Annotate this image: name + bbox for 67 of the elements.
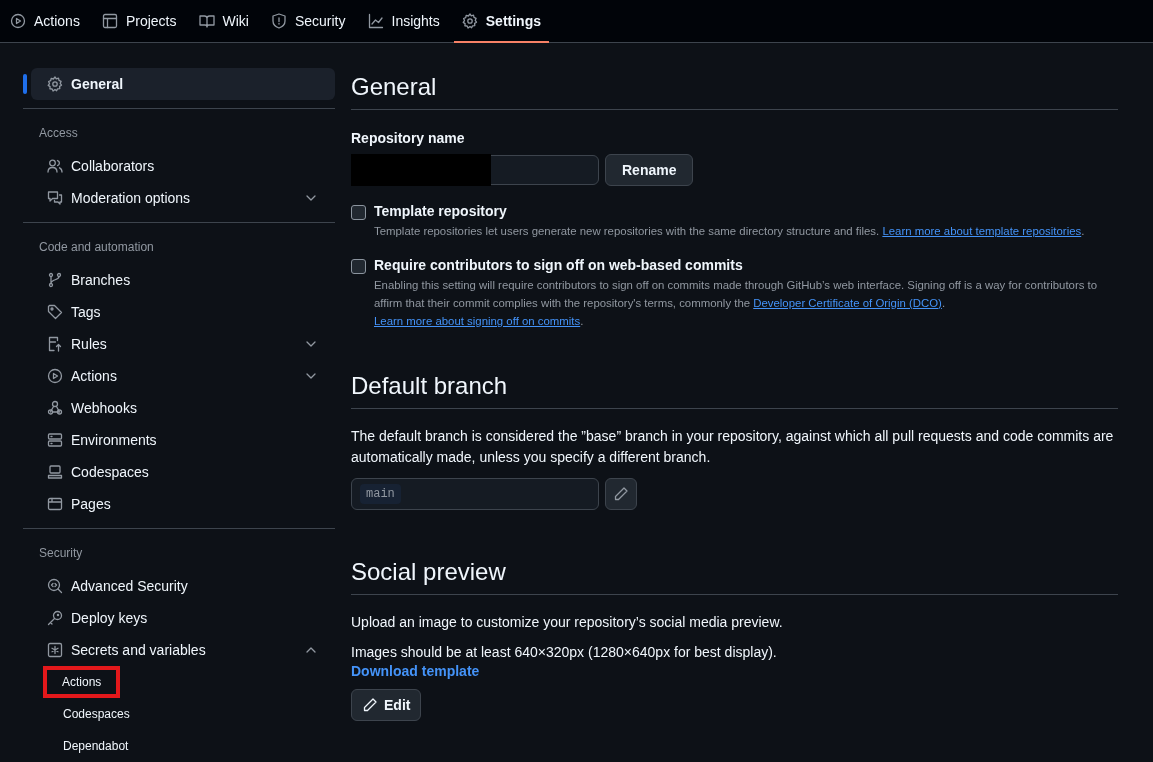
checkbox[interactable]: [351, 259, 366, 274]
section-title: Social preview: [351, 552, 1118, 595]
repository-name-field[interactable]: [351, 155, 599, 185]
webhook-icon: [47, 400, 63, 416]
settings-icon: [47, 76, 63, 92]
table-icon: [101, 13, 118, 29]
edit-button[interactable]: Edit: [351, 689, 422, 721]
checkbox[interactable]: [351, 205, 366, 220]
section-heading: Code and automation: [38, 239, 155, 256]
sidebar-item[interactable]: Branches: [31, 264, 335, 296]
pencil-icon: [362, 697, 378, 713]
sidebar-item[interactable]: Deploy keys: [31, 602, 335, 634]
sidebar-subitem[interactable]: Dependabot: [55, 733, 137, 759]
people-icon: [47, 158, 63, 174]
sidebar-subitem[interactable]: Codespaces: [55, 701, 138, 727]
option-description: Template repositories let users generate new repositories with the same directory structure and files. Learn more about template repositories.: [374, 224, 1085, 239]
document-arrow-icon: [47, 336, 63, 352]
section-title: Default branch: [351, 366, 1118, 409]
section-description: Upload an image to customize your repository’s social media preview.: [351, 613, 784, 632]
line-graph-icon: [367, 13, 384, 29]
learn-more-link[interactable]: Developer Certificate of Origin (DCO): [753, 297, 942, 309]
browser-icon: [47, 496, 63, 512]
option-label: Require contributors to sign off on web-based commits: [374, 257, 744, 273]
sidebar-item[interactable]: Moderation options: [31, 182, 335, 214]
tag-icon: [47, 304, 63, 320]
nav-tab[interactable]: Projects: [93, 0, 185, 42]
branch-field[interactable]: main: [351, 478, 599, 510]
sidebar-item[interactable]: Pages: [31, 488, 335, 520]
sidebar-item[interactable]: Codespaces: [31, 456, 335, 488]
server-icon: [47, 432, 63, 448]
section-heading: Security: [38, 545, 84, 562]
branch-icon: [47, 272, 63, 288]
nav-tab[interactable]: Insights: [359, 0, 448, 42]
pencil-icon: [613, 486, 629, 502]
book-icon: [198, 13, 215, 29]
sidebar-item[interactable]: Collaborators: [31, 150, 335, 182]
branch-name: main: [360, 484, 401, 504]
nav-tab[interactable]: Wiki: [190, 0, 257, 42]
sidebar-item[interactable]: Secrets and variables: [31, 634, 335, 666]
play-icon: [10, 13, 26, 29]
option-label: Template repository: [374, 203, 508, 219]
laptop-icon: [47, 464, 63, 480]
download-template-link[interactable]: Download template: [351, 663, 480, 679]
section-heading: Access: [38, 125, 79, 142]
asterisk-box-icon: [47, 642, 63, 658]
field-label: Repository name: [351, 130, 466, 146]
key-icon: [47, 610, 63, 626]
play-icon: [47, 368, 63, 384]
edit-branch-button[interactable]: [605, 478, 637, 510]
section-description: The default branch is considered the ”base” branch in your repository, against which all pull requests and code commits are automatically made, unless you specify a different branch.: [351, 427, 1115, 467]
section-description: Images should be at least 640×320px (1280×640px for best display).: [351, 643, 778, 662]
comment-icon: [47, 190, 63, 206]
nav-tab[interactable]: Security: [262, 0, 354, 42]
nav-tab[interactable]: Actions: [2, 0, 88, 42]
sidebar-item[interactable]: Actions: [31, 360, 335, 392]
rename-button[interactable]: Rename: [605, 154, 694, 186]
sidebar-item[interactable]: Advanced Security: [31, 570, 335, 602]
settings-icon: [461, 13, 478, 29]
sidebar-item[interactable]: Rules: [31, 328, 335, 360]
nav-tab[interactable]: Settings: [453, 0, 549, 42]
sidebar-item[interactable]: Webhooks: [31, 392, 335, 424]
code-search-icon: [47, 578, 63, 594]
section-title: General: [351, 67, 1118, 110]
sidebar-item[interactable]: Tags: [31, 296, 335, 328]
shield-icon: [270, 13, 287, 29]
sidebar-item[interactable]: Environments: [31, 424, 335, 456]
option-description: Enabling this setting will require contributors to sign off on commits made through GitHub’s web interface. Signing off is a way for contributors to affirm that their commit complies with the repository's terms, commonly the Developer Certificate of Origin (DCO). Learn more about signing off on commits.: [374, 278, 1099, 329]
